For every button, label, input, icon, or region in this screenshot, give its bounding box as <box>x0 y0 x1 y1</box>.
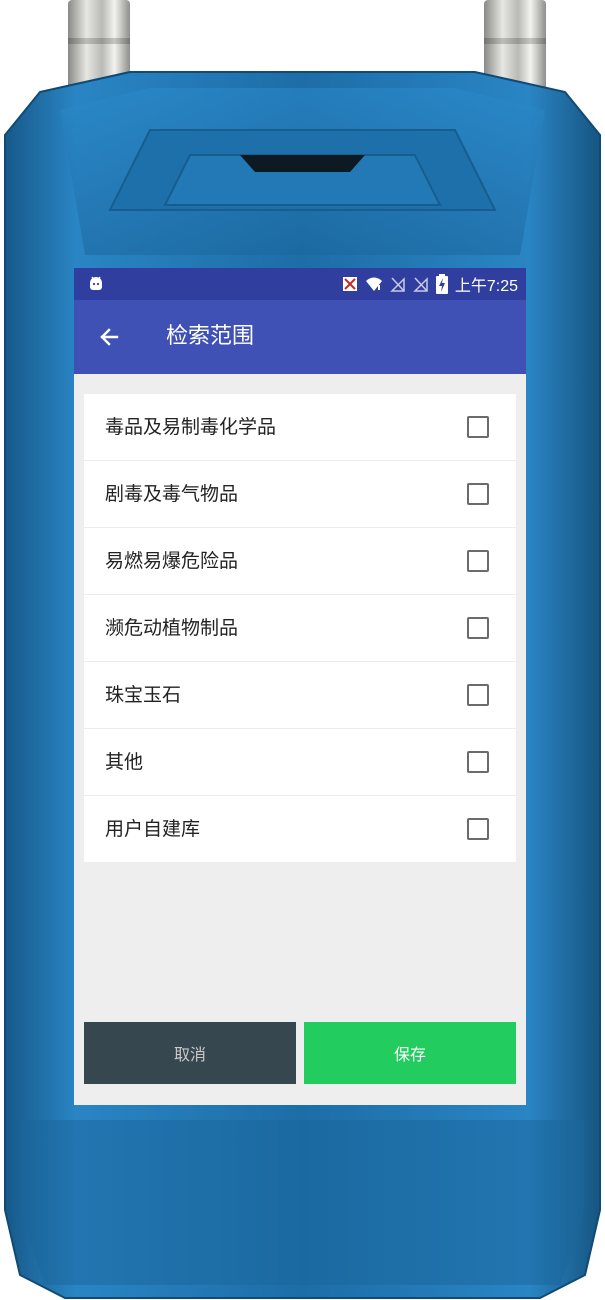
list-item[interactable]: 珠宝玉石 <box>84 662 516 729</box>
list-item[interactable]: 剧毒及毒气物品 <box>84 461 516 528</box>
list-item-label: 毒品及易制毒化学品 <box>105 416 277 438</box>
list-item[interactable]: 其他 <box>84 729 516 796</box>
list-item-label: 用户自建库 <box>105 818 201 840</box>
handheld-device: 上午7:25 检索范围 毒品及易制毒化学品 剧毒及毒气物品 易燃易爆危险品 濒危… <box>0 0 605 1300</box>
checkbox[interactable] <box>467 416 489 438</box>
list-item-label: 剧毒及毒气物品 <box>105 483 239 505</box>
arrow-left-icon <box>100 328 119 346</box>
list-item[interactable]: 用户自建库 <box>84 796 516 862</box>
checkbox[interactable] <box>467 483 489 505</box>
checkbox[interactable] <box>467 617 489 639</box>
signal-icon <box>413 277 428 292</box>
list-item[interactable]: 毒品及易制毒化学品 <box>84 394 516 461</box>
device-screen: 上午7:25 检索范围 毒品及易制毒化学品 剧毒及毒气物品 易燃易爆危险品 濒危… <box>74 268 526 1105</box>
list-item-label: 其他 <box>105 751 144 773</box>
status-bar: 上午7:25 <box>74 268 526 300</box>
list-item[interactable]: 濒危动植物制品 <box>84 595 516 662</box>
list-item-label: 珠宝玉石 <box>105 684 182 706</box>
list-item-label: 易燃易爆危险品 <box>105 550 239 572</box>
page-title: 检索范围 <box>166 324 255 349</box>
checkbox[interactable] <box>467 818 489 840</box>
app-bar: 检索范围 <box>74 300 526 374</box>
sim-icon <box>342 277 357 291</box>
list-item[interactable]: 易燃易爆危险品 <box>84 528 516 595</box>
status-time: 上午7:25 <box>454 278 518 295</box>
list-item-label: 濒危动植物制品 <box>105 617 239 639</box>
scope-list: 毒品及易制毒化学品 剧毒及毒气物品 易燃易爆危险品 濒危动植物制品 珠宝玉石 其… <box>84 394 516 862</box>
battery-charging-icon <box>435 274 448 294</box>
save-button[interactable]: 保存 <box>304 1022 516 1084</box>
checkbox[interactable] <box>467 550 489 572</box>
cancel-button[interactable]: 取消 <box>84 1022 296 1084</box>
back-button[interactable] <box>90 318 128 356</box>
checkbox[interactable] <box>467 684 489 706</box>
signal-icon <box>390 277 405 292</box>
checkbox[interactable] <box>467 751 489 773</box>
android-icon <box>90 276 102 290</box>
wifi-icon <box>365 277 382 291</box>
